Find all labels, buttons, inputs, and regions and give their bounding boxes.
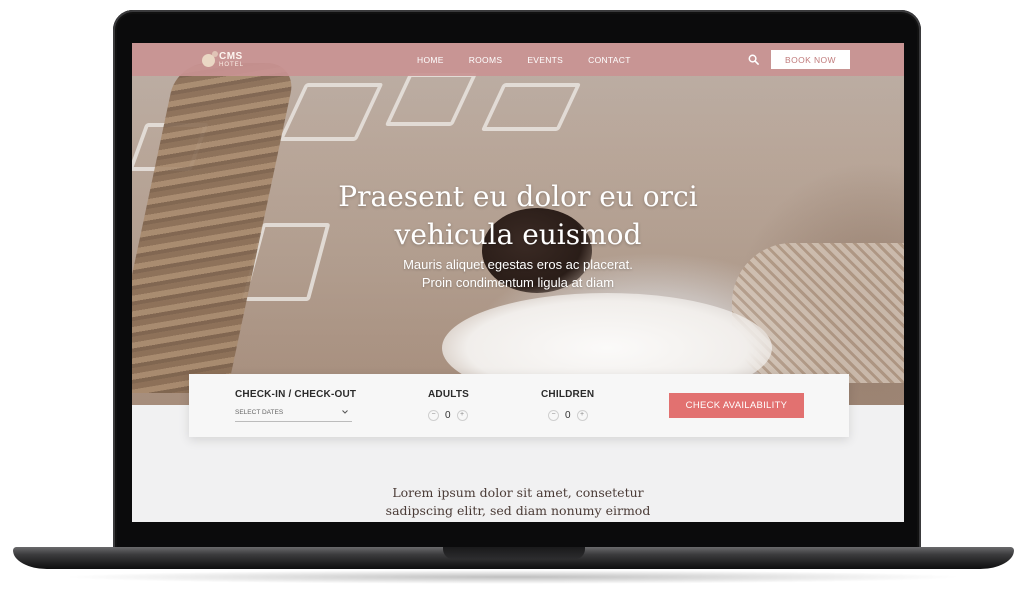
dates-select[interactable]: SELECT DATES (235, 407, 352, 422)
nav-home[interactable]: HOME (417, 55, 444, 65)
adults-plus-button[interactable]: + (456, 409, 468, 421)
intro-line1: Lorem ipsum dolor sit amet, consetetur (392, 485, 644, 500)
logo-sub: HOTEL (219, 62, 245, 68)
nav-events[interactable]: EVENTS (527, 55, 563, 65)
children-label: CHILDREN (541, 389, 595, 400)
nav-contact[interactable]: CONTACT (588, 55, 631, 65)
book-now-button[interactable]: BOOK NOW (771, 50, 850, 69)
intro-text: Lorem ipsum dolor sit amet, consetetur s… (132, 484, 904, 520)
logo-mark-icon (202, 50, 218, 67)
main-nav: HOME ROOMS EVENTS CONTACT (417, 43, 656, 76)
beach-chair (480, 83, 582, 131)
dates-value: SELECT DATES (235, 409, 284, 416)
adults-value: 0 (445, 409, 451, 421)
beach-chair (384, 73, 478, 126)
header-bar: CMS HOTEL HOME ROOMS EVENTS CONTACT BOOK… (132, 43, 904, 76)
nav-rooms[interactable]: ROOMS (469, 55, 503, 65)
adults-stepper: − 0 + (428, 409, 468, 421)
logo[interactable]: CMS HOTEL (202, 50, 244, 70)
hero-sub-line1: Mauris aliquet egestas eros ac placerat. (403, 257, 633, 272)
children-plus-button[interactable]: + (576, 409, 588, 421)
beach-chair (278, 83, 384, 141)
booking-panel: CHECK-IN / CHECK-OUT SELECT DATES ADULTS… (189, 374, 849, 437)
hero-title-line1: Praesent eu dolor eu orci (338, 180, 698, 213)
laptop-notch (443, 547, 585, 559)
adults-minus-button[interactable]: − (428, 409, 439, 421)
laptop-screen: CMS HOTEL HOME ROOMS EVENTS CONTACT BOOK… (132, 43, 904, 522)
hero-subtitle: Mauris aliquet egestas eros ac placerat.… (132, 256, 904, 292)
laptop-shadow (60, 570, 965, 584)
check-availability-button[interactable]: CHECK AVAILABILITY (669, 393, 804, 418)
checkin-label: CHECK-IN / CHECK-OUT (235, 389, 357, 400)
children-stepper: − 0 + (548, 409, 588, 421)
hero-title: Praesent eu dolor eu orci vehicula euism… (132, 178, 904, 254)
search-icon[interactable] (748, 54, 759, 65)
hero-title-line2: vehicula euismod (394, 218, 642, 251)
hero-sub-line2: Proin condimentum ligula at diam (421, 275, 615, 290)
intro-line2: sadipscing elitr, sed diam nonumy eirmod (385, 503, 651, 518)
chevron-down-icon (342, 410, 348, 414)
logo-main: CMS (219, 51, 243, 62)
logo-text: CMS HOTEL (219, 51, 245, 69)
adults-label: ADULTS (428, 389, 470, 400)
children-minus-button[interactable]: − (548, 409, 559, 421)
children-value: 0 (565, 409, 571, 421)
